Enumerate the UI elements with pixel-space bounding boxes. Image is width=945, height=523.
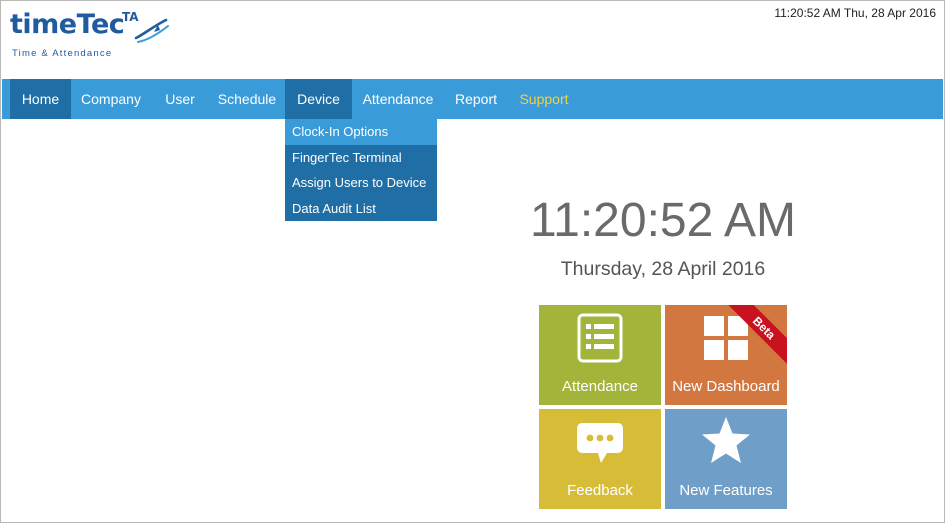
tile-feedback[interactable]: Feedback: [539, 409, 661, 509]
logo-wordmark: timeTec: [10, 8, 125, 42]
tile-attendance-label: Attendance: [562, 378, 638, 395]
nav-home[interactable]: Home: [10, 79, 71, 119]
logo-word-tec: Tec: [76, 9, 125, 40]
tile-new-dashboard[interactable]: Beta New Dashboard: [665, 305, 787, 405]
clock-time: 11:20:52 AM: [530, 194, 796, 247]
header-datetime: 11:20:52 AM Thu, 28 Apr 2016: [774, 6, 936, 20]
tile-new-features-label: New Features: [679, 482, 773, 499]
chat-bubble-icon: [577, 423, 623, 463]
dashboard-grid-icon: [704, 316, 748, 360]
logo-tagline: Time & Attendance: [12, 48, 113, 59]
menu-item-data-audit-list[interactable]: Data Audit List: [285, 196, 437, 222]
logo-swoosh-icon: [134, 18, 169, 43]
nav-attendance[interactable]: Attendance: [352, 79, 444, 119]
nav-company[interactable]: Company: [71, 79, 151, 119]
main-navbar: Home Company User Schedule Device Attend…: [2, 79, 943, 119]
timetec-logo[interactable]: timeTec TA Time & Attendance: [10, 8, 180, 60]
nav-support[interactable]: Support: [508, 79, 580, 119]
list-icon: [577, 313, 623, 363]
nav-schedule[interactable]: Schedule: [209, 79, 285, 119]
menu-item-clock-in-options[interactable]: Clock-In Options: [285, 119, 437, 145]
tile-feedback-label: Feedback: [567, 482, 633, 499]
clock-date: Thursday, 28 April 2016: [560, 258, 766, 280]
logo-word-time: time: [10, 9, 77, 40]
tile-new-dashboard-label: New Dashboard: [672, 378, 780, 395]
star-icon: [702, 417, 750, 463]
menu-item-assign-users-to-device[interactable]: Assign Users to Device: [285, 170, 437, 196]
nav-report[interactable]: Report: [444, 79, 508, 119]
nav-user[interactable]: User: [151, 79, 209, 119]
menu-item-fingertec-terminal[interactable]: FingerTec Terminal: [285, 145, 437, 171]
tile-attendance[interactable]: Attendance: [539, 305, 661, 405]
nav-device[interactable]: Device: [285, 79, 352, 119]
device-dropdown-menu: Clock-In Options FingerTec Terminal Assi…: [285, 119, 437, 221]
tile-new-features[interactable]: New Features: [665, 409, 787, 509]
